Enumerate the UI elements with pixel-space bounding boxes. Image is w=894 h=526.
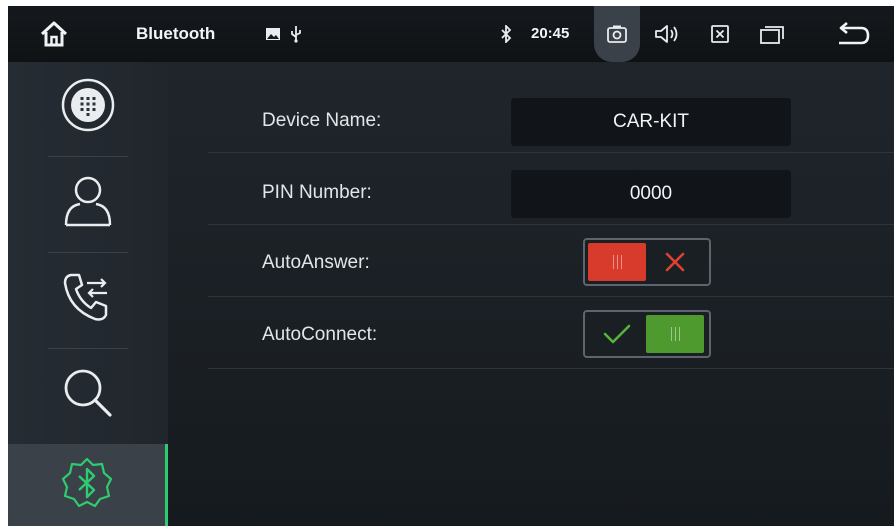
call-transfer-icon bbox=[61, 269, 115, 330]
contact-icon bbox=[62, 173, 114, 234]
sidebar bbox=[8, 62, 168, 526]
row-divider bbox=[208, 152, 894, 153]
settings-panel: Device Name: CAR-KIT PIN Number: 0000 Au… bbox=[168, 62, 894, 526]
sidebar-item-search[interactable] bbox=[8, 350, 168, 440]
pin-number-row: PIN Number: 0000 bbox=[168, 156, 894, 228]
close-icon bbox=[646, 243, 704, 281]
auto-connect-row: AutoConnect: bbox=[168, 300, 894, 372]
page-title: Bluetooth bbox=[136, 24, 216, 43]
sidebar-item-contacts[interactable] bbox=[8, 158, 168, 248]
check-icon bbox=[588, 315, 646, 353]
auto-answer-label: AutoAnswer: bbox=[262, 252, 370, 273]
device-name-field[interactable]: CAR-KIT bbox=[511, 98, 791, 146]
auto-answer-toggle[interactable] bbox=[583, 238, 711, 286]
recent-apps-icon[interactable] bbox=[758, 22, 786, 46]
bluetooth-status-icon bbox=[498, 23, 514, 45]
image-icon bbox=[264, 26, 282, 42]
back-icon[interactable] bbox=[832, 20, 872, 48]
auto-connect-toggle[interactable] bbox=[583, 310, 711, 358]
row-divider bbox=[208, 368, 894, 369]
sidebar-item-dialpad[interactable] bbox=[8, 62, 168, 152]
row-divider bbox=[208, 224, 894, 225]
bluetooth-icon bbox=[59, 455, 115, 516]
close-app-icon[interactable] bbox=[708, 23, 732, 45]
device-name-row: Device Name: CAR-KIT bbox=[168, 84, 894, 156]
usb-icon bbox=[288, 24, 304, 44]
status-bar: Bluetooth 20:45 bbox=[8, 6, 894, 62]
sidebar-divider bbox=[48, 348, 128, 349]
search-icon bbox=[60, 365, 116, 426]
camera-icon[interactable] bbox=[604, 22, 630, 46]
row-divider bbox=[208, 296, 894, 297]
toggle-knob bbox=[588, 243, 646, 281]
sidebar-item-bluetooth-settings[interactable] bbox=[8, 444, 168, 526]
pin-number-field[interactable]: 0000 bbox=[511, 170, 791, 218]
volume-icon[interactable] bbox=[652, 22, 682, 46]
pin-number-label: PIN Number: bbox=[262, 182, 372, 203]
home-icon[interactable] bbox=[36, 18, 72, 50]
dialpad-icon bbox=[60, 77, 116, 138]
sidebar-divider bbox=[48, 252, 128, 253]
auto-connect-label: AutoConnect: bbox=[262, 324, 378, 345]
sidebar-divider bbox=[48, 156, 128, 157]
sidebar-item-call-log[interactable] bbox=[8, 254, 168, 344]
device-name-label: Device Name: bbox=[262, 110, 382, 131]
screen: Bluetooth 20:45 Device Name: CAR-KIT PIN… bbox=[8, 6, 894, 526]
toggle-knob bbox=[646, 315, 704, 353]
clock: 20:45 bbox=[531, 25, 570, 42]
auto-answer-row: AutoAnswer: bbox=[168, 228, 894, 300]
